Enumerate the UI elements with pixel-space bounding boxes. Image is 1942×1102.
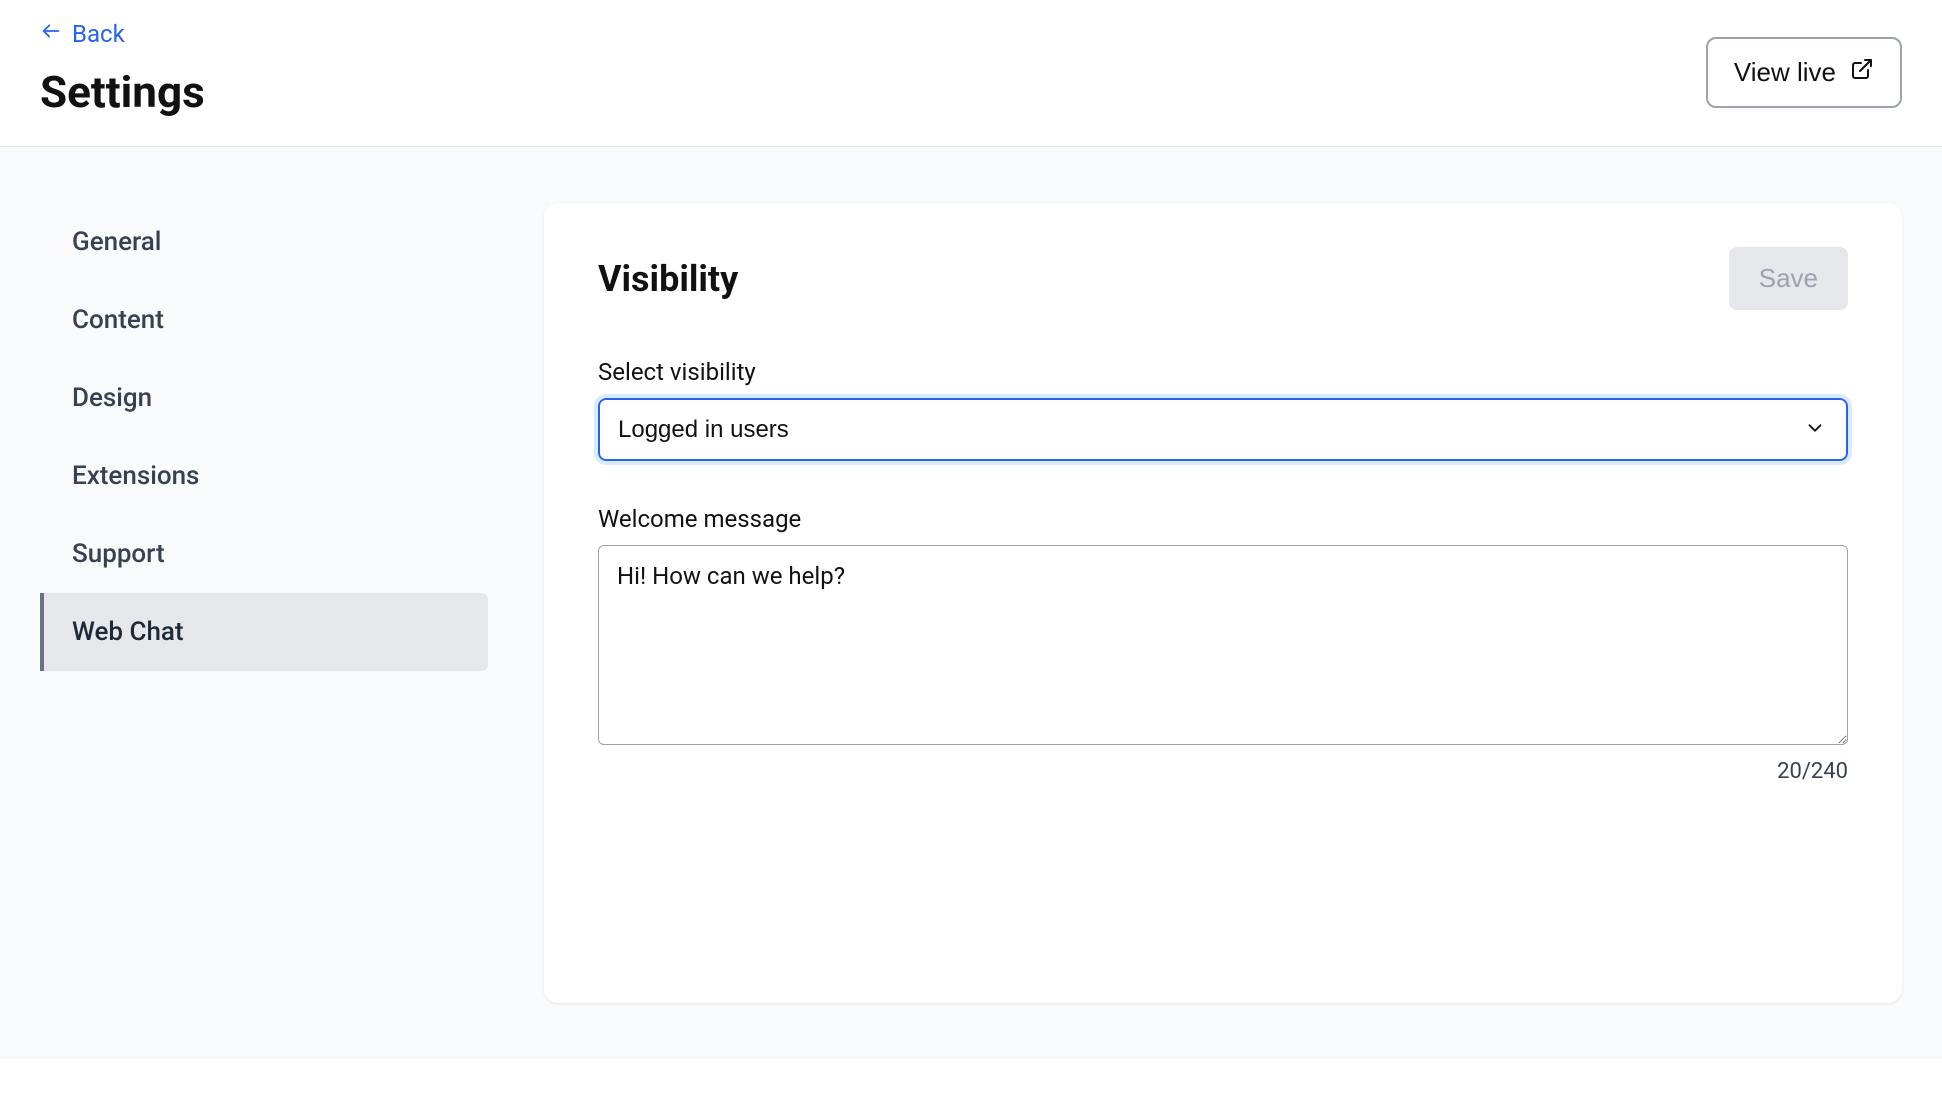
- visibility-field-group: Select visibility Logged in users: [598, 358, 1848, 461]
- sidebar-item-label: General: [72, 227, 161, 257]
- panel-header: Visibility Save: [598, 247, 1848, 310]
- view-live-button[interactable]: View live: [1706, 37, 1902, 108]
- sidebar-item-label: Content: [72, 305, 164, 335]
- settings-sidebar: General Content Design Extensions Suppor…: [0, 203, 488, 1003]
- welcome-message-group: Welcome message 20/240: [598, 505, 1848, 784]
- external-link-icon: [1850, 57, 1874, 88]
- content-area: General Content Design Extensions Suppor…: [0, 147, 1942, 1059]
- page-title: Settings: [40, 66, 205, 118]
- char-counter: 20/240: [598, 759, 1848, 784]
- visibility-panel: Visibility Save Select visibility Logged…: [544, 203, 1902, 1003]
- save-button[interactable]: Save: [1729, 247, 1848, 310]
- sidebar-item-label: Extensions: [72, 461, 199, 491]
- sidebar-item-web-chat[interactable]: Web Chat: [40, 593, 488, 671]
- visibility-select[interactable]: Logged in users: [600, 400, 1846, 459]
- sidebar-item-design[interactable]: Design: [40, 359, 488, 437]
- sidebar-item-label: Web Chat: [72, 617, 184, 647]
- page-header: Back Settings View live: [0, 0, 1942, 147]
- arrow-left-icon: [40, 20, 62, 48]
- visibility-select-wrapper[interactable]: Logged in users: [598, 398, 1848, 461]
- header-left: Back Settings: [40, 20, 205, 118]
- sidebar-item-support[interactable]: Support: [40, 515, 488, 593]
- view-live-label: View live: [1734, 57, 1836, 88]
- welcome-message-textarea[interactable]: [598, 545, 1848, 745]
- visibility-label: Select visibility: [598, 358, 1848, 386]
- back-link-label: Back: [72, 20, 125, 48]
- welcome-message-label: Welcome message: [598, 505, 1848, 533]
- sidebar-item-general[interactable]: General: [40, 203, 488, 281]
- sidebar-item-label: Design: [72, 383, 152, 413]
- back-link[interactable]: Back: [40, 20, 125, 48]
- sidebar-item-content[interactable]: Content: [40, 281, 488, 359]
- panel-title: Visibility: [598, 258, 738, 300]
- sidebar-item-label: Support: [72, 539, 165, 569]
- sidebar-item-extensions[interactable]: Extensions: [40, 437, 488, 515]
